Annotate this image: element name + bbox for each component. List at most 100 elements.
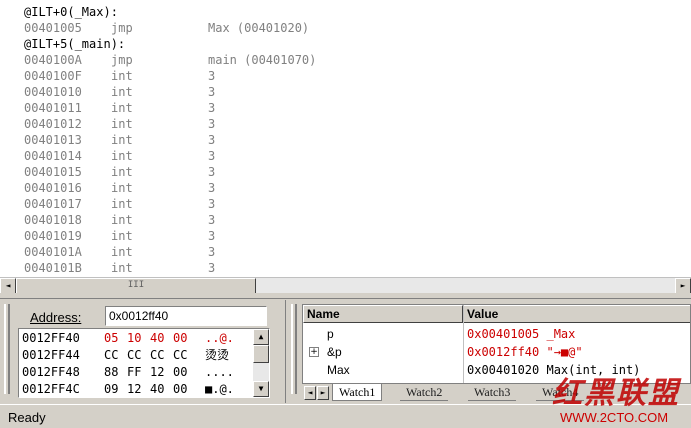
memory-byte: 05 bbox=[104, 331, 119, 345]
tab-scroll-right-icon[interactable]: ► bbox=[317, 386, 329, 400]
watch-row[interactable]: + &p 0x0012ff40 "→■@" bbox=[303, 343, 690, 361]
watch-value: 0x00401005 _Max bbox=[467, 327, 576, 341]
disasm-operand: 3 bbox=[208, 165, 216, 179]
disasm-opcode: int bbox=[111, 117, 133, 131]
disasm-operand: 3 bbox=[208, 117, 216, 131]
memory-scroll-thumb[interactable] bbox=[253, 345, 269, 363]
memory-address: 0012FF40 bbox=[22, 331, 80, 345]
disasm-address: 00401017 bbox=[24, 197, 82, 211]
watch-name: p bbox=[327, 327, 334, 341]
memory-address: 0012FF48 bbox=[22, 365, 80, 379]
disasm-operand: 3 bbox=[208, 261, 216, 275]
watermark-url: WWW.2CTO.COM bbox=[560, 410, 669, 425]
disasm-address: 00401013 bbox=[24, 133, 82, 147]
disasm-operand: 3 bbox=[208, 245, 216, 259]
disasm-address: 00401018 bbox=[24, 213, 82, 227]
disasm-operand: 3 bbox=[208, 101, 216, 115]
watermark-logo: 红黑联盟 bbox=[552, 376, 680, 411]
disasm-operand: main (00401070) bbox=[208, 53, 317, 67]
memory-byte: CC bbox=[173, 348, 188, 362]
memory-byte: 00 bbox=[173, 331, 188, 345]
scrollbar-thumb[interactable]: III bbox=[16, 278, 256, 294]
address-label: Address: bbox=[30, 310, 81, 325]
dock-grip[interactable] bbox=[291, 304, 297, 394]
memory-byte: 40 bbox=[150, 382, 165, 396]
tab-scroll-left-icon[interactable]: ◄ bbox=[304, 386, 316, 400]
memory-byte: 88 bbox=[104, 365, 119, 379]
disasm-address: 0040101A bbox=[24, 245, 82, 259]
disasm-operand: 3 bbox=[208, 69, 216, 83]
disasm-address: 00401011 bbox=[24, 101, 82, 115]
disasm-operand: 3 bbox=[208, 133, 216, 147]
memory-ascii: ■.@. bbox=[205, 382, 234, 396]
disasm-opcode: int bbox=[111, 229, 133, 243]
watch-header-value[interactable]: Value bbox=[463, 305, 690, 323]
memory-pane: Address: 0x0012ff40 0012FF40 05 10 40 00 ..@.… bbox=[0, 300, 286, 403]
expand-plus-icon[interactable]: + bbox=[309, 347, 319, 357]
watch-name: &p bbox=[327, 345, 342, 359]
address-input[interactable]: 0x0012ff40 bbox=[105, 306, 267, 326]
scroll-up-icon[interactable]: ▲ bbox=[253, 329, 269, 345]
address-label-text: Address: bbox=[30, 310, 82, 325]
disasm-operand: Max (00401020) bbox=[208, 21, 310, 35]
dock-grip[interactable] bbox=[4, 304, 10, 394]
memory-byte: 12 bbox=[127, 382, 142, 396]
scroll-down-icon[interactable]: ▼ bbox=[253, 381, 269, 397]
disassembly-pane[interactable]: @ILT+0(_Max): 00401005 jmp Max (00401020) @I… bbox=[0, 0, 691, 277]
memory-address: 0012FF4C bbox=[22, 382, 80, 396]
disasm-operand: 3 bbox=[208, 85, 216, 99]
disasm-operand: 3 bbox=[208, 197, 216, 211]
disasm-opcode: int bbox=[111, 261, 133, 275]
disasm-opcode: int bbox=[111, 149, 133, 163]
tab-watch1[interactable]: Watch1 bbox=[332, 384, 383, 401]
memory-byte: 12 bbox=[150, 365, 165, 379]
disasm-address: @ILT+5(_main): bbox=[24, 37, 126, 51]
disasm-address: @ILT+0(_Max): bbox=[24, 5, 118, 19]
memory-byte: 00 bbox=[173, 365, 188, 379]
scroll-left-icon[interactable]: ◄ bbox=[0, 278, 16, 294]
disasm-operand: 3 bbox=[208, 181, 216, 195]
memory-byte: 00 bbox=[173, 382, 188, 396]
disasm-opcode: int bbox=[111, 213, 133, 227]
disasm-address: 00401014 bbox=[24, 149, 82, 163]
disasm-opcode: int bbox=[111, 245, 133, 259]
memory-vertical-scrollbar[interactable]: ▲ ▼ bbox=[253, 329, 269, 397]
memory-byte: 40 bbox=[150, 331, 165, 345]
memory-ascii: 烫烫 bbox=[205, 348, 230, 362]
disasm-address: 0040100A bbox=[24, 53, 82, 67]
disasm-opcode: int bbox=[111, 165, 133, 179]
tab-watch2[interactable]: Watch2 bbox=[400, 384, 449, 401]
watch-name: Max bbox=[327, 363, 350, 377]
memory-address: 0012FF44 bbox=[22, 348, 80, 362]
disasm-operand: 3 bbox=[208, 149, 216, 163]
memory-view[interactable]: 0012FF40 05 10 40 00 ..@. 0012FF44 CC CC CC CC 烫烫 00… bbox=[18, 328, 270, 398]
memory-byte: CC bbox=[104, 348, 119, 362]
disasm-address: 00401015 bbox=[24, 165, 82, 179]
watch-header-name[interactable]: Name bbox=[303, 305, 463, 323]
disasm-address: 00401012 bbox=[24, 117, 82, 131]
disasm-address: 00401005 bbox=[24, 21, 82, 35]
disasm-address: 0040101B bbox=[24, 261, 82, 275]
disasm-address: 00401019 bbox=[24, 229, 82, 243]
disasm-opcode: int bbox=[111, 85, 133, 99]
memory-byte: 10 bbox=[127, 331, 142, 345]
memory-byte: CC bbox=[127, 348, 142, 362]
tab-watch3[interactable]: Watch3 bbox=[468, 384, 517, 401]
disasm-opcode: int bbox=[111, 197, 133, 211]
status-text: Ready bbox=[8, 410, 46, 425]
disasm-operand: 3 bbox=[208, 213, 216, 227]
disasm-opcode: jmp bbox=[111, 21, 133, 35]
disasm-opcode: int bbox=[111, 69, 133, 83]
disasm-address: 0040100F bbox=[24, 69, 82, 83]
watch-value: 0x0012ff40 "→■@" bbox=[467, 345, 583, 359]
disasm-opcode: jmp bbox=[111, 53, 133, 67]
memory-ascii: ..@. bbox=[205, 331, 234, 345]
disasm-address: 00401010 bbox=[24, 85, 82, 99]
pane-splitter[interactable] bbox=[0, 293, 691, 299]
scroll-right-icon[interactable]: ► bbox=[675, 278, 691, 294]
memory-byte: CC bbox=[150, 348, 165, 362]
horizontal-scrollbar[interactable]: ◄ III ► bbox=[0, 277, 691, 294]
watch-row[interactable]: p 0x00401005 _Max bbox=[303, 325, 690, 343]
disasm-opcode: int bbox=[111, 101, 133, 115]
disasm-operand: 3 bbox=[208, 229, 216, 243]
